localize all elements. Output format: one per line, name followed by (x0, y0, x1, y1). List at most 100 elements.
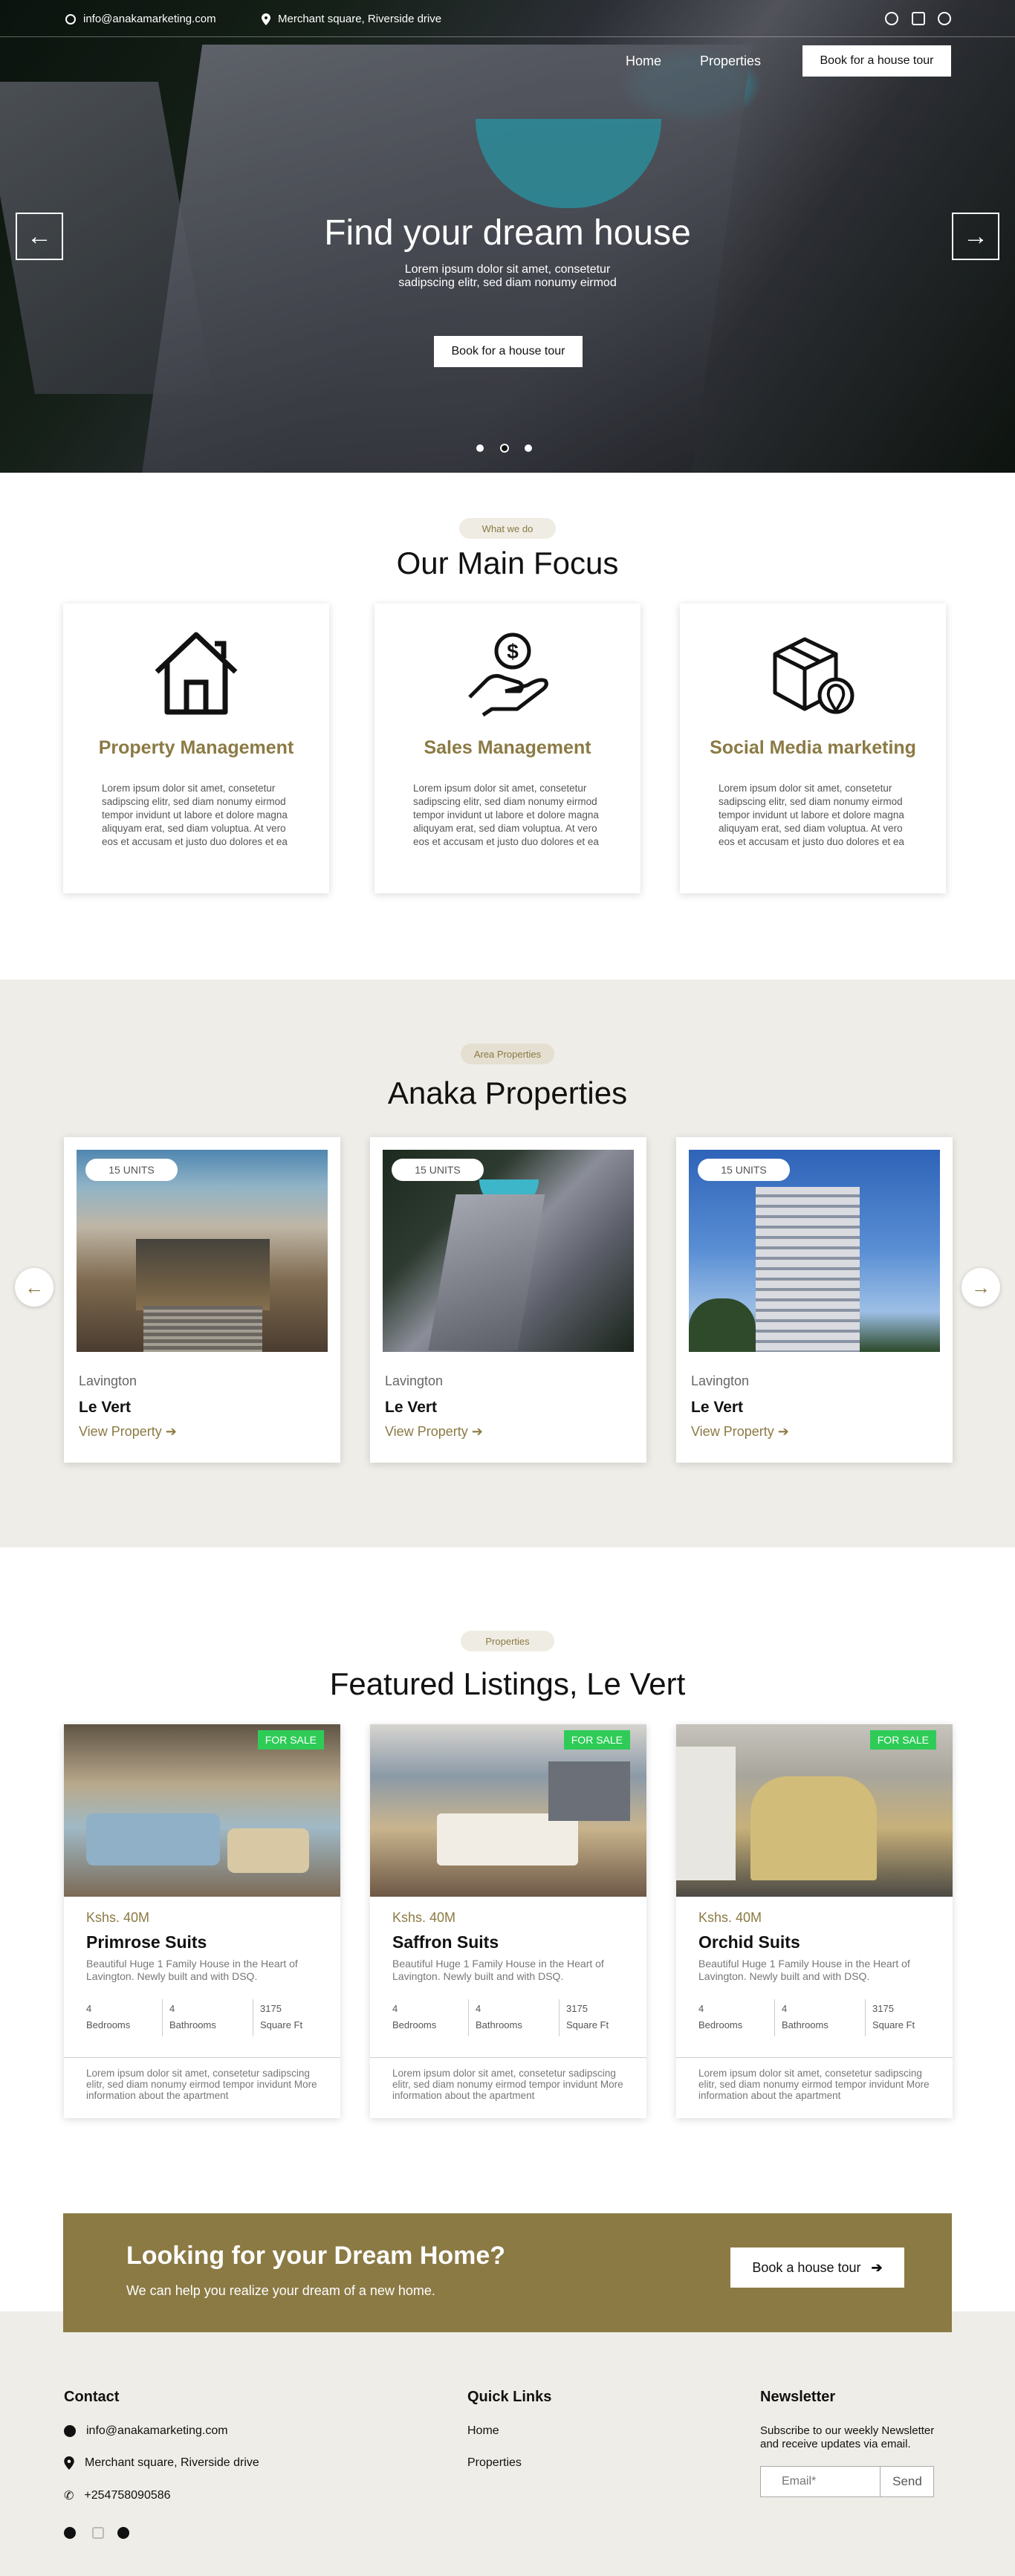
arrow-right-icon: → (971, 1275, 990, 1298)
arrow-right-icon: ➔ (471, 1424, 483, 1439)
twitter-icon[interactable] (117, 2527, 129, 2539)
for-sale-badge: FOR SALE (257, 1730, 324, 1750)
focus-card-text: Lorem ipsum dolor sit amet, consetetur s… (719, 783, 904, 847)
location-pin-icon (64, 2456, 74, 2470)
focus-card: Property Management Lorem ipsum dolor si… (63, 603, 329, 893)
cta-tour-button[interactable]: Book a house tour ➔ (730, 2247, 904, 2288)
view-property-link[interactable]: View Property ➔ (385, 1424, 483, 1440)
bathrooms-stat: 4 Bathrooms (782, 2003, 828, 2030)
focus-heading: Our Main Focus (396, 546, 619, 580)
footer-phone[interactable]: ✆ +254758090586 (64, 2488, 171, 2503)
hero-tour-button[interactable]: Book for a house tour (434, 336, 583, 367)
slide-dot-3[interactable] (525, 444, 532, 452)
nav-tour-button[interactable]: Book for a house tour (802, 45, 951, 77)
arrow-left-icon: ← (27, 221, 52, 250)
property-image: 15 UNITS (77, 1150, 328, 1352)
property-name: Le Vert (79, 1399, 132, 1416)
listing-image: FOR SALE (64, 1724, 340, 1897)
newsletter-text: Subscribe to our weekly Newsletter and re… (760, 2424, 935, 2450)
phone-icon: ✆ (64, 2490, 74, 2502)
area-pill: Area Properties (461, 1043, 554, 1064)
bathrooms-stat: 4 Bathrooms (169, 2003, 216, 2030)
sqft-stat: 3175 Square Ft (260, 2003, 303, 2030)
hero-subtitle-1: Lorem ipsum dolor sit amet, consetetur (404, 263, 611, 276)
property-location: Lavington (385, 1373, 444, 1388)
listing-footer-text: Lorem ipsum dolor sit amet, consetetur s… (698, 2068, 930, 2101)
carousel-next-button[interactable]: → (962, 1268, 1000, 1307)
arrow-right-icon: ➔ (871, 2259, 883, 2275)
slide-dot-1[interactable] (476, 444, 484, 452)
property-name: Le Vert (691, 1399, 744, 1416)
square-icon[interactable] (912, 12, 925, 25)
listing-description: Beautiful Huge 1 Family House in the Hea… (86, 1958, 298, 1982)
hero-subtitle-2: sadipscing elitr, sed diam nonumy eirmod (398, 276, 617, 289)
property-image: 15 UNITS (689, 1150, 940, 1352)
focus-card: $ Sales Management Lorem ipsum dolor sit… (374, 603, 641, 893)
units-badge: 15 UNITS (698, 1159, 790, 1181)
focus-card-text: Lorem ipsum dolor sit amet, consetetur s… (413, 783, 599, 847)
focus-card-title: Property Management (98, 737, 294, 758)
property-image: 15 UNITS (383, 1150, 634, 1352)
footer-link-home[interactable]: Home (467, 2424, 499, 2438)
topbar-address: Merchant square, Riverside drive (262, 13, 441, 25)
listing-image: FOR SALE (370, 1724, 646, 1897)
listing-image: FOR SALE (676, 1724, 953, 1897)
hero-banner: info@anakamarketing.com Merchant square,… (0, 0, 1015, 473)
hand-dollar-icon: $ (468, 632, 548, 717)
units-badge: 15 UNITS (392, 1159, 484, 1181)
listing-footer-text: Lorem ipsum dolor sit amet, consetetur s… (392, 2068, 623, 2101)
newsletter-email-input[interactable] (761, 2467, 880, 2496)
hero-next-button[interactable]: → (952, 213, 999, 260)
property-location: Lavington (79, 1373, 137, 1388)
focus-pill: What we do (459, 518, 556, 539)
instagram-icon[interactable] (64, 2527, 76, 2539)
house-icon (155, 632, 238, 715)
hero-title: Find your dream house (324, 213, 691, 253)
hero-prev-button[interactable]: ← (16, 213, 63, 260)
listing-card[interactable]: FOR SALE Kshs. 40M Orchid Suits Beautifu… (676, 1724, 953, 2118)
property-card[interactable]: 15 UNITS Lavington Le Vert View Property… (676, 1137, 953, 1463)
units-badge: 15 UNITS (85, 1159, 178, 1181)
slide-dot-2-active[interactable] (500, 444, 509, 453)
property-card[interactable]: 15 UNITS Lavington Le Vert View Property… (64, 1137, 340, 1463)
property-card[interactable]: 15 UNITS Lavington Le Vert View Property… (370, 1137, 646, 1463)
globe-icon (64, 2425, 76, 2437)
sqft-stat: 3175 Square Ft (872, 2003, 915, 2030)
location-pin-icon (262, 13, 270, 25)
focus-card-title: Social Media marketing (710, 737, 916, 758)
nav-home[interactable]: Home (626, 54, 661, 69)
sqft-stat: 3175 Square Ft (566, 2003, 609, 2030)
focus-card-text: Lorem ipsum dolor sit amet, consetetur s… (102, 783, 288, 847)
property-location: Lavington (691, 1373, 750, 1388)
send-button[interactable]: Send (881, 2467, 934, 2496)
square-icon[interactable] (92, 2527, 104, 2539)
listing-price: Kshs. 40M (698, 1910, 762, 1925)
contact-heading: Contact (64, 2389, 120, 2405)
topbar-email[interactable]: info@anakamarketing.com (65, 13, 216, 25)
listing-description: Beautiful Huge 1 Family House in the Hea… (698, 1958, 910, 1982)
property-name: Le Vert (385, 1399, 438, 1416)
listing-card[interactable]: FOR SALE Kshs. 40M Primrose Suits Beauti… (64, 1724, 340, 2118)
footer-link-properties[interactable]: Properties (467, 2456, 522, 2470)
cta-subtitle: We can help you realize your dream of a … (126, 2283, 435, 2298)
focus-card-title: Sales Management (424, 737, 591, 758)
carousel-prev-button[interactable]: ← (15, 1268, 53, 1307)
listing-card[interactable]: FOR SALE Kshs. 40M Saffron Suits Beautif… (370, 1724, 646, 2118)
arrow-right-icon: ➔ (165, 1424, 177, 1439)
listing-footer-text: Lorem ipsum dolor sit amet, consetetur s… (86, 2068, 317, 2101)
listing-name: Primrose Suits (86, 1932, 207, 1952)
globe-icon (65, 13, 76, 25)
instagram-icon[interactable] (885, 12, 898, 25)
top-bar: info@anakamarketing.com Merchant square,… (0, 0, 1015, 37)
bathrooms-stat: 4 Bathrooms (476, 2003, 522, 2030)
listing-price: Kshs. 40M (392, 1910, 456, 1925)
focus-card: Social Media marketing Lorem ipsum dolor… (680, 603, 946, 893)
footer-email[interactable]: info@anakamarketing.com (64, 2424, 228, 2438)
view-property-link[interactable]: View Property ➔ (79, 1424, 177, 1440)
nav-properties[interactable]: Properties (700, 54, 761, 69)
arrow-left-icon: ← (25, 1275, 44, 1298)
view-property-link[interactable]: View Property ➔ (691, 1424, 789, 1440)
bedrooms-stat: 4 Bedrooms (698, 2003, 743, 2030)
twitter-icon[interactable] (938, 12, 951, 25)
footer-address: Merchant square, Riverside drive (64, 2456, 259, 2470)
